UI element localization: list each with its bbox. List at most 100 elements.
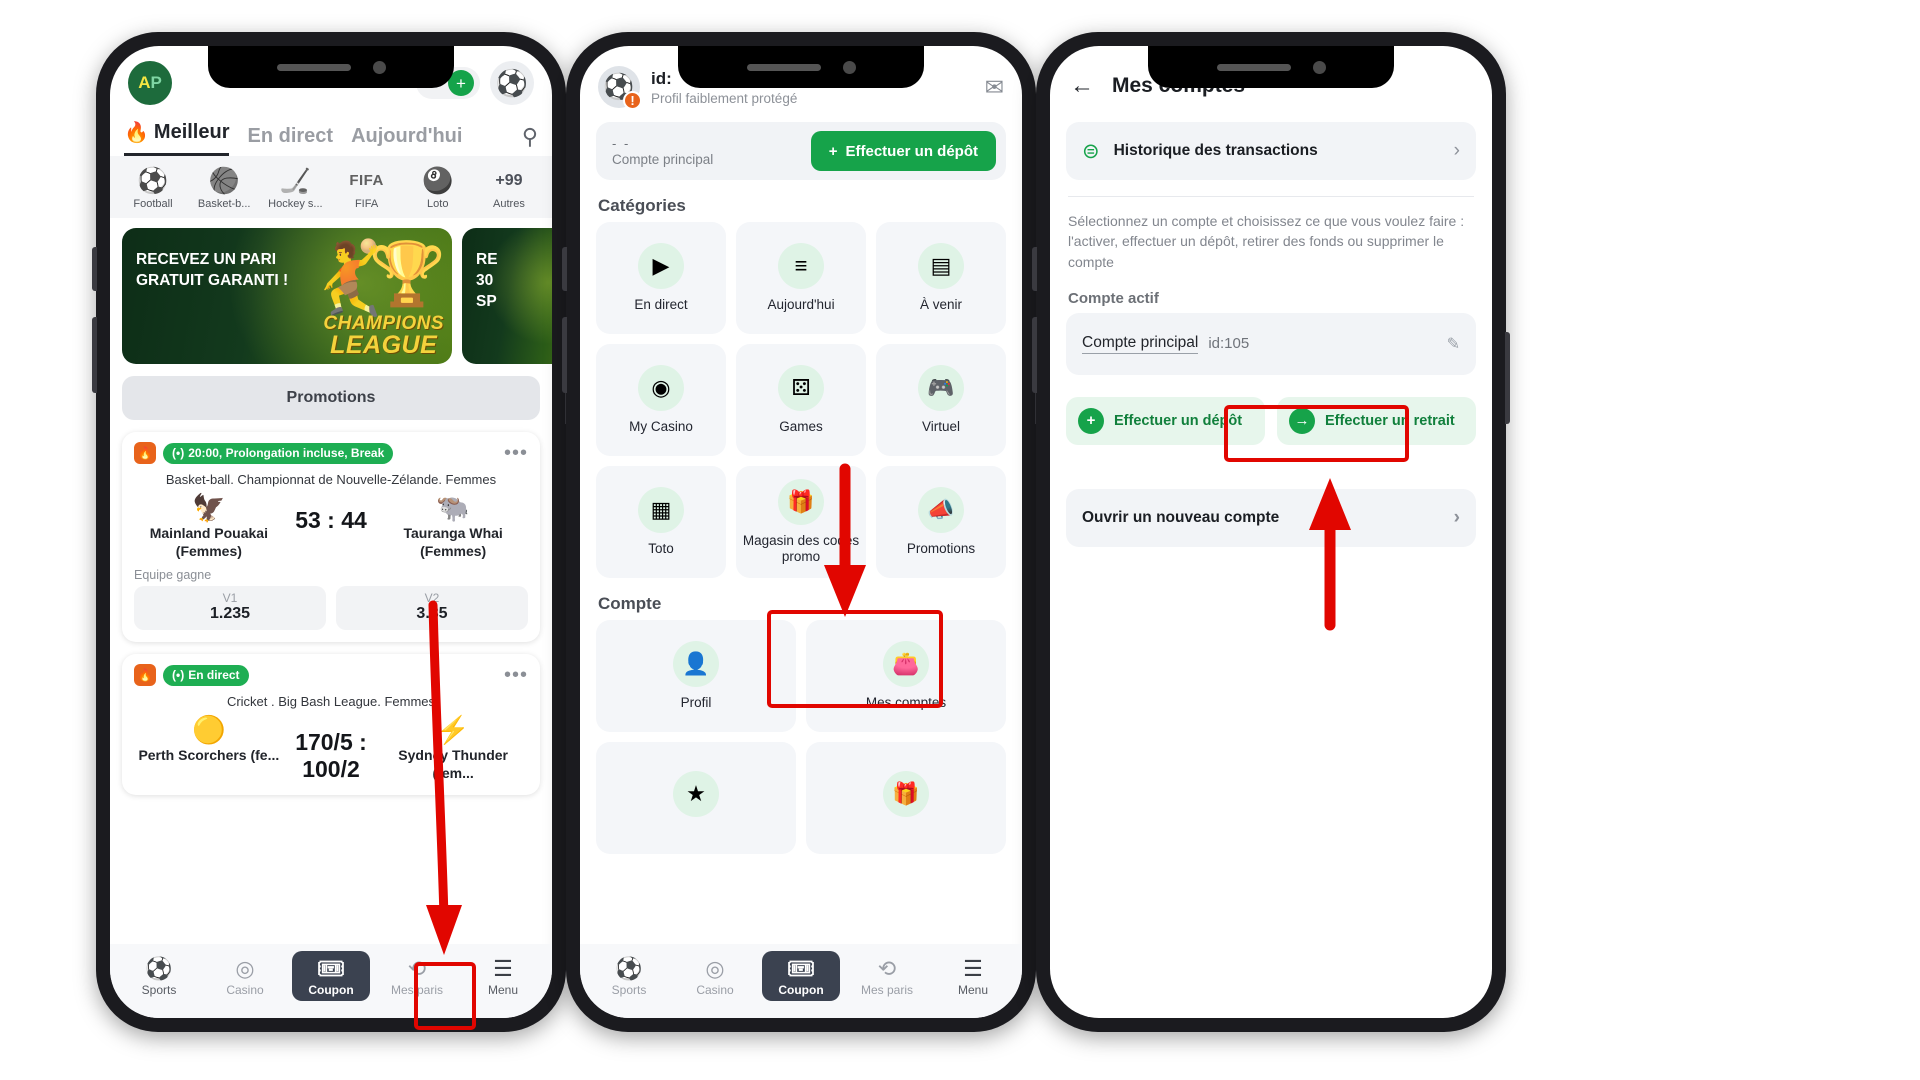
tab-meilleur[interactable]: 🔥 Meilleur (124, 120, 230, 156)
sport-autres[interactable]: +99 Autres (478, 166, 540, 210)
cl-logo-line-2: LEAGUE (330, 331, 438, 359)
active-account-label: Compte actif (1068, 289, 1159, 307)
nav-menu[interactable]: ☰ Menu (934, 956, 1012, 997)
category-aujourdhui[interactable]: ≡ Aujourd'hui (736, 222, 866, 334)
phone-3-screen: ← Mes comptes ⊜ Historique des transacti… (1050, 46, 1492, 1018)
pencil-icon[interactable]: ✎ (1447, 334, 1460, 354)
category-a-venir[interactable]: ▤ À venir (876, 222, 1006, 334)
nav-coupon[interactable]: 🎟 Coupon (292, 951, 370, 1001)
category-virtuel[interactable]: 🎮 Virtuel (876, 344, 1006, 456)
nav-mes-paris[interactable]: ⟲ Mes paris (848, 956, 926, 997)
sport-label: Hockey s... (268, 198, 323, 210)
market-label: Equipe gagne (134, 568, 212, 582)
basketball-icon: 🏀 (208, 167, 240, 195)
bottom-navigation: ⚽ Sports ◎ Casino 🎟 Coupon ⟲ Mes paris ☰ (580, 944, 1022, 1018)
tab-aujourdhui[interactable]: Aujourd'hui (351, 125, 462, 156)
category-en-direct[interactable]: ▶ En direct (596, 222, 726, 334)
category-label: Games (779, 418, 823, 434)
account-name: Compte principal (1082, 334, 1199, 354)
category-toto[interactable]: ▦ Toto (596, 466, 726, 578)
promotions-button[interactable]: Promotions (122, 376, 540, 420)
category-label: Aujourd'hui (767, 296, 835, 312)
nav-label: Mes paris (860, 982, 913, 997)
more-options-icon[interactable]: ••• (504, 443, 528, 463)
promo-banner-next[interactable]: RE 30 SP (462, 228, 552, 364)
sport-hockey[interactable]: 🏒 Hockey s... (264, 166, 326, 210)
dice-icon: ⚄ (778, 364, 824, 411)
nav-label: Sports (611, 982, 647, 997)
sport-loto[interactable]: 🎱 Loto (407, 166, 469, 210)
balance-text: - - Compte principal (612, 136, 713, 167)
casino-chip-icon: ◎ (235, 955, 255, 981)
sport-label: Basket-b... (197, 198, 251, 210)
deposit-button-label: Effectuer un dépôt (845, 142, 978, 160)
avatar[interactable]: ⚽! (598, 66, 642, 110)
transaction-history-row[interactable]: ⊜ Historique des transactions › (1066, 122, 1476, 180)
calendar-icon: ▤ (918, 242, 964, 289)
status-badge: (•) En direct (163, 664, 249, 686)
active-account-box[interactable]: Compte principal id:105 ✎ (1066, 312, 1476, 375)
sport-fifa[interactable]: FIFA FIFA (336, 166, 398, 210)
phone-2-menu: ⚽! id: Profil faiblement protégé ✉ - - C… (562, 32, 1040, 1032)
status-text: 20:00, Prolongation incluse, Break (188, 446, 385, 460)
live-dot-icon: (•) (172, 668, 185, 682)
sport-football[interactable]: ⚽ Football (122, 166, 184, 210)
home-team-name: Mainland Pouakai (Femmes) (149, 525, 268, 559)
tab-en-direct[interactable]: En direct (247, 125, 333, 156)
banner2-line-3: SP (476, 292, 497, 310)
transaction-history-icon: ⊜ (1082, 139, 1100, 163)
balance-card: - - Compte principal + Effectuer un dépô… (596, 122, 1006, 180)
sport-basketball[interactable]: 🏀 Basket-b... (193, 166, 255, 210)
nav-sports[interactable]: ⚽ Sports (120, 956, 198, 997)
status-badge: (•) 20:00, Prolongation incluse, Break (163, 442, 394, 464)
nav-coupon[interactable]: 🎟 Coupon (762, 951, 840, 1001)
account-id: id:105 (1208, 335, 1250, 353)
sports-quick-bar: ⚽ Football 🏀 Basket-b... 🏒 Hockey s... F… (110, 156, 552, 218)
category-label: My Casino (629, 418, 693, 434)
notch (1148, 46, 1394, 88)
nav-label: Casino (696, 982, 734, 997)
home-team-name: Perth Scorchers (fe... (138, 747, 280, 763)
phone-2-screen: ⚽! id: Profil faiblement protégé ✉ - - C… (580, 46, 1022, 1018)
odd-value: 1.235 (209, 605, 251, 622)
avatar[interactable]: AP (128, 61, 172, 105)
front-camera (1312, 60, 1326, 74)
envelope-icon[interactable]: ✉ (985, 74, 1004, 101)
search-icon[interactable]: ⚲ (522, 124, 538, 156)
nav-sports[interactable]: ⚽ Sports (590, 956, 668, 997)
account-bonus[interactable]: 🎁 (806, 742, 1006, 854)
star-icon: ★ (673, 771, 719, 817)
profile-avatar[interactable]: ⚽ (490, 61, 534, 105)
odd-label: V1 (222, 591, 238, 605)
deposit-button[interactable]: + Effectuer un dépôt (810, 131, 996, 171)
nav-casino[interactable]: ◎ Casino (676, 956, 754, 997)
account-favoris[interactable]: ★ (596, 742, 796, 854)
highlight-effectuer-retrait (1224, 405, 1409, 462)
hockey-puck-icon: 🏒 (279, 167, 311, 195)
team-logo-icon: 🟡 (192, 715, 226, 745)
plus-count: +99 (495, 172, 523, 189)
megaphone-icon: 📣 (918, 486, 964, 533)
toto-icon: ▦ (638, 486, 684, 533)
league-name: Basket-ball. Championnat de Nouvelle-Zél… (165, 472, 497, 487)
promo-banner-champions-league[interactable]: 🏆 🤾 RECEVEZ UN PARI GRATUIT GARANTI ! CH… (122, 228, 452, 364)
ouvrir-nouveau-compte-row[interactable]: Ouvrir un nouveau compte › (1066, 488, 1476, 547)
front-camera (372, 60, 386, 74)
profile-status: Profil faiblement protégé (651, 90, 798, 106)
ticket-icon: 🎟 (787, 956, 815, 981)
category-promotions[interactable]: 📣 Promotions (876, 466, 1006, 578)
match-score: 53 : 44 (295, 507, 367, 533)
status-text: En direct (188, 668, 240, 682)
account-profil[interactable]: 👤 Profil (596, 620, 796, 732)
arrow-to-effectuer-retrait (1300, 470, 1380, 631)
arrow-left-icon[interactable]: ← (1070, 72, 1094, 100)
hamburger-icon: ☰ (963, 955, 983, 981)
category-my-casino[interactable]: ◉ My Casino (596, 344, 726, 456)
sport-label: FIFA (354, 198, 379, 210)
team-logo-icon: 🐃 (436, 493, 470, 523)
nav-casino[interactable]: ◎ Casino (206, 956, 284, 997)
category-games[interactable]: ⚄ Games (736, 344, 866, 456)
more-options-icon[interactable]: ••• (504, 665, 528, 685)
speaker-grille (746, 63, 821, 71)
odd-v1[interactable]: V1 1.235 (134, 586, 326, 630)
